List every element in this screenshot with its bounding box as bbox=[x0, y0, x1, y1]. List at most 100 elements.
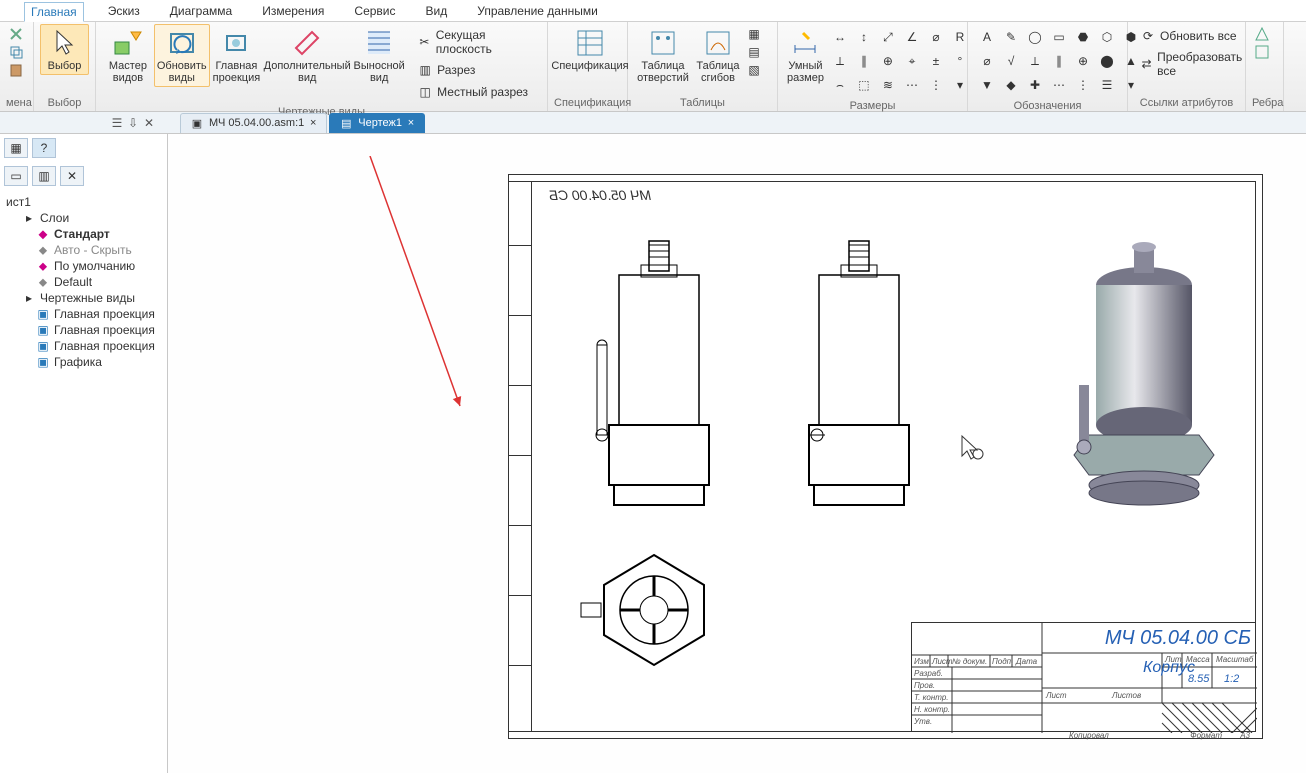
hole-table-button[interactable]: Таблица отверстий bbox=[634, 24, 692, 87]
principal-view-button[interactable]: Главная проекция bbox=[210, 24, 264, 87]
side-btn2-icon[interactable]: ▥ bbox=[32, 166, 56, 186]
menu-tab-sketch[interactable]: Эскиз bbox=[102, 2, 146, 20]
update-views-button[interactable]: Обновить виды bbox=[154, 24, 210, 87]
dim-tool-icon[interactable]: ⤢ bbox=[877, 26, 899, 48]
side-btn1-icon[interactable]: ▭ bbox=[4, 166, 28, 186]
view-icon: ▣ bbox=[36, 307, 50, 321]
bendtable-icon bbox=[702, 27, 734, 59]
cutting-plane-button[interactable]: ✂Секущая плоскость bbox=[413, 26, 539, 58]
menu-tab-view[interactable]: Вид bbox=[420, 2, 454, 20]
tree-view-item[interactable]: ▣Главная проекция bbox=[2, 338, 165, 354]
hole-table-label: Таблица отверстий bbox=[637, 60, 689, 84]
dim-tool-icon[interactable]: ± bbox=[925, 50, 947, 72]
dim-tool-icon[interactable]: ∥ bbox=[853, 50, 875, 72]
annot-tool-icon[interactable]: A bbox=[976, 26, 998, 48]
bend-table-button[interactable]: Таблица сгибов bbox=[692, 24, 744, 87]
annot-tool-icon[interactable]: ⊕ bbox=[1072, 50, 1094, 72]
smart-dim-button[interactable]: Умный размер bbox=[784, 24, 827, 87]
tree-layer-item[interactable]: ⬥Авто - Скрыть bbox=[2, 242, 165, 258]
annot-tool-icon[interactable]: ✚ bbox=[1024, 74, 1046, 96]
dim-tool-icon[interactable]: ⋯ bbox=[901, 74, 923, 96]
doc-tab-asm[interactable]: ▣ МЧ 05.04.00.asm:1 × bbox=[180, 113, 327, 133]
drawing-view-iso[interactable] bbox=[1049, 235, 1229, 515]
cut-icon[interactable] bbox=[8, 26, 24, 42]
dim-tool-icon[interactable]: ∠ bbox=[901, 26, 923, 48]
dim-tool-icon[interactable]: ⟂ bbox=[829, 50, 851, 72]
annot-tool-icon[interactable]: ⬣ bbox=[1072, 26, 1094, 48]
annot-tool-icon[interactable]: ⌀ bbox=[976, 50, 998, 72]
table-extra1-icon[interactable]: ▦ bbox=[746, 26, 762, 42]
tree-view-item[interactable]: ▣Главная проекция bbox=[2, 322, 165, 338]
annotation-arrow bbox=[360, 156, 480, 416]
tree-layer-label: Default bbox=[54, 275, 92, 289]
local-section-button[interactable]: ◫Местный разрез bbox=[413, 82, 539, 102]
tree-layer-item[interactable]: ⬥Default bbox=[2, 274, 165, 290]
detail-view-button[interactable]: Выносной вид bbox=[351, 24, 407, 87]
annot-tool-icon[interactable]: ▭ bbox=[1048, 26, 1070, 48]
annot-tool-icon[interactable]: ⬤ bbox=[1096, 50, 1118, 72]
view-wizard-button[interactable]: Мастер видов bbox=[102, 24, 154, 87]
asm-file-icon: ▣ bbox=[189, 115, 205, 131]
copy-icon[interactable] bbox=[8, 44, 24, 60]
annot-tool-icon[interactable]: ◆ bbox=[1000, 74, 1022, 96]
drawing-view-front[interactable] bbox=[579, 235, 739, 515]
table-extra3-icon[interactable]: ▧ bbox=[746, 62, 762, 78]
drawing-view-top[interactable] bbox=[579, 545, 729, 675]
edge2-icon[interactable] bbox=[1254, 44, 1270, 60]
section-button[interactable]: ▥Разрез bbox=[413, 60, 539, 80]
menu-tab-diagram[interactable]: Диаграмма bbox=[164, 2, 238, 20]
tree-view-item[interactable]: ▣Главная проекция bbox=[2, 306, 165, 322]
tree-layer-item[interactable]: ⬥Стандарт bbox=[2, 226, 165, 242]
doc-tab-draft[interactable]: ▤ Чертеж1 × bbox=[329, 113, 425, 133]
bom-button[interactable]: Спецификация bbox=[554, 24, 626, 75]
annot-tool-icon[interactable]: ✎ bbox=[1000, 26, 1022, 48]
annot-tool-icon[interactable]: ☰ bbox=[1096, 74, 1118, 96]
close-icon[interactable]: × bbox=[308, 117, 318, 129]
document-tabs: ▣ МЧ 05.04.00.asm:1 × ▤ Чертеж1 × bbox=[0, 112, 1306, 134]
menu-tab-main[interactable]: Главная bbox=[24, 2, 84, 22]
tree-root[interactable]: ист1 bbox=[2, 194, 165, 210]
tb-r3: Н. контр. bbox=[914, 705, 950, 714]
annot-tool-icon[interactable]: ◯ bbox=[1024, 26, 1046, 48]
dim-tool-icon[interactable]: ⌀ bbox=[925, 26, 947, 48]
table-extra2-icon[interactable]: ▤ bbox=[746, 44, 762, 60]
side-tab2-icon[interactable]: ? bbox=[32, 138, 56, 158]
close-icon[interactable]: × bbox=[406, 117, 416, 129]
tb-r0: Разраб. bbox=[914, 669, 943, 678]
annot-tool-icon[interactable]: ⬡ bbox=[1096, 26, 1118, 48]
annot-tool-icon[interactable]: ⟂ bbox=[1024, 50, 1046, 72]
menu-tab-service[interactable]: Сервис bbox=[348, 2, 401, 20]
dim-tool-icon[interactable]: ⊕ bbox=[877, 50, 899, 72]
annot-tool-icon[interactable]: ⋮ bbox=[1072, 74, 1094, 96]
side-tab1-icon[interactable]: ▦ bbox=[4, 138, 28, 158]
menu-tab-measure[interactable]: Измерения bbox=[256, 2, 330, 20]
pin-icon[interactable]: ⇩ bbox=[126, 116, 140, 130]
menu-tab-data[interactable]: Управление данными bbox=[471, 2, 604, 20]
dim-tool-icon[interactable]: ≋ bbox=[877, 74, 899, 96]
drawing-canvas[interactable]: ☰ Направленная рамка▾ ▤ ▦ ⚡ ▭ ▭ ⬅ ➡ ✔ ✖ … bbox=[168, 134, 1306, 773]
paste-icon[interactable] bbox=[8, 62, 24, 78]
dim-tool-icon[interactable]: ↕ bbox=[853, 26, 875, 48]
annot-tool-icon[interactable]: ∥ bbox=[1048, 50, 1070, 72]
edge-icon[interactable] bbox=[1254, 26, 1270, 42]
tree-views[interactable]: ▸Чертежные виды bbox=[2, 290, 165, 306]
convert-all-button[interactable]: ⇄Преобразовать все bbox=[1136, 48, 1249, 80]
select-button[interactable]: Выбор bbox=[40, 24, 89, 75]
side-btn3-icon[interactable]: ✕ bbox=[60, 166, 84, 186]
dim-tool-icon[interactable]: ⌢ bbox=[829, 74, 851, 96]
tree-layer-item[interactable]: ⬥По умолчанию bbox=[2, 258, 165, 274]
annot-tool-icon[interactable]: ▼ bbox=[976, 74, 998, 96]
drawing-view-side[interactable] bbox=[789, 235, 929, 515]
dim-tool-icon[interactable]: ⌖ bbox=[901, 50, 923, 72]
aux-view-button[interactable]: Дополнительный вид bbox=[263, 24, 351, 87]
dim-tool-icon[interactable]: ↔ bbox=[829, 26, 851, 48]
annot-tool-icon[interactable]: ⋯ bbox=[1048, 74, 1070, 96]
tree-layers[interactable]: ▸Слои bbox=[2, 210, 165, 226]
annot-tool-icon[interactable]: √ bbox=[1000, 50, 1022, 72]
tree-view-item[interactable]: ▣Графика bbox=[2, 354, 165, 370]
close-panel-icon[interactable]: ✕ bbox=[142, 116, 156, 130]
dim-tool-icon[interactable]: ⋮ bbox=[925, 74, 947, 96]
autohide-icon[interactable]: ☰ bbox=[110, 116, 124, 130]
dim-tool-icon[interactable]: ⬚ bbox=[853, 74, 875, 96]
update-all-button[interactable]: ⟳Обновить все bbox=[1136, 26, 1249, 46]
